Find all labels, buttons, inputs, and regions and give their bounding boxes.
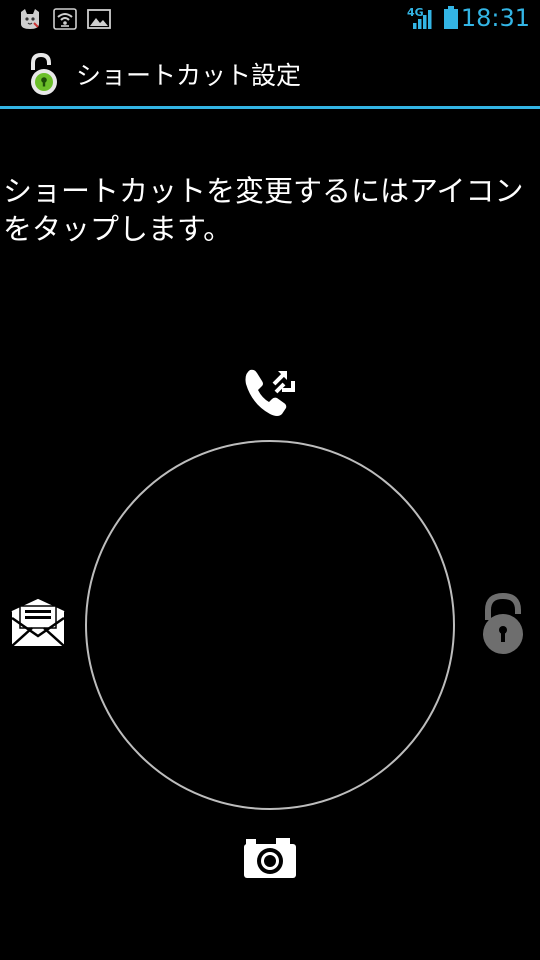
- gallery-icon: [87, 9, 111, 29]
- instruction-text: ショートカットを変更するにはアイコンをタップします。: [3, 174, 524, 246]
- signal-icon: [413, 10, 432, 29]
- unlock-ring: [85, 440, 455, 810]
- status-time: 18:31: [460, 4, 530, 32]
- unlock-icon[interactable]: [24, 52, 64, 96]
- phone-forward-icon[interactable]: [240, 362, 300, 422]
- mail-icon[interactable]: [10, 598, 66, 648]
- camera-icon[interactable]: [242, 836, 298, 880]
- wifi-usb-icon: [53, 8, 77, 30]
- page-title: ショートカット設定: [76, 61, 302, 90]
- cat-app-icon: [21, 9, 39, 29]
- battery-icon: [444, 6, 458, 29]
- action-bar: ショートカット設定: [0, 38, 540, 106]
- lock-icon[interactable]: [478, 592, 528, 656]
- action-bar-divider: [0, 106, 540, 109]
- status-bar: 4G 18:31: [0, 0, 540, 38]
